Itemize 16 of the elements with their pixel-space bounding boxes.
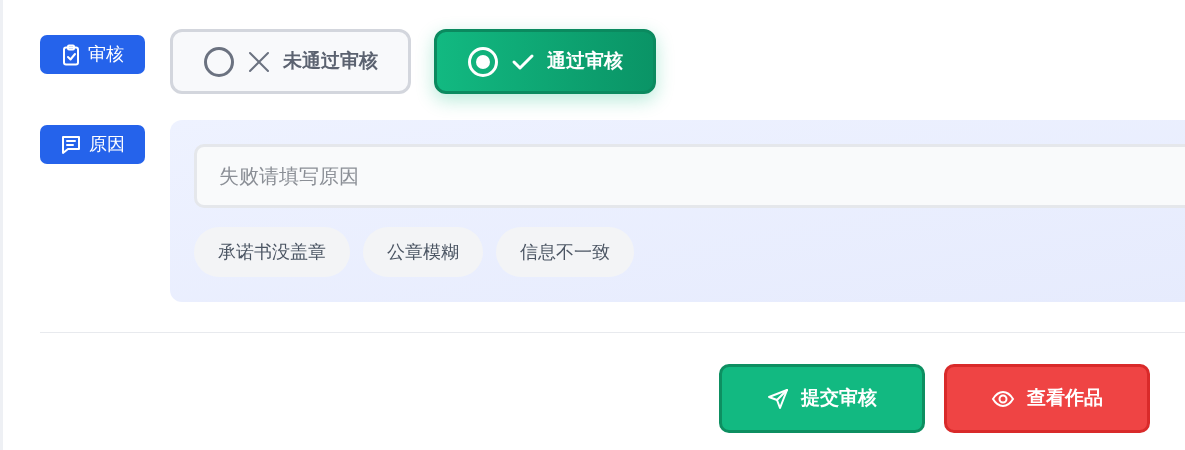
reason-chip[interactable]: 信息不一致	[496, 227, 634, 277]
reason-label: 原因	[40, 125, 145, 164]
message-icon	[60, 133, 82, 156]
reason-chip[interactable]: 承诺书没盖章	[194, 227, 350, 277]
clipboard-check-icon	[61, 43, 81, 66]
review-option[interactable]: 通过审核	[434, 29, 656, 94]
eye-icon	[991, 389, 1015, 408]
radio-empty-icon	[203, 45, 235, 78]
radio-selected-icon	[467, 45, 499, 78]
reason-input[interactable]: 失败请填写原因	[194, 144, 1185, 208]
view-button[interactable]: 查看作品	[944, 364, 1150, 433]
review-option[interactable]: 未通过审核	[170, 29, 411, 94]
review-label: 审核	[40, 35, 145, 74]
send-icon	[767, 387, 789, 410]
close-icon	[247, 49, 271, 74]
reason-chip[interactable]: 公章模糊	[363, 227, 483, 277]
